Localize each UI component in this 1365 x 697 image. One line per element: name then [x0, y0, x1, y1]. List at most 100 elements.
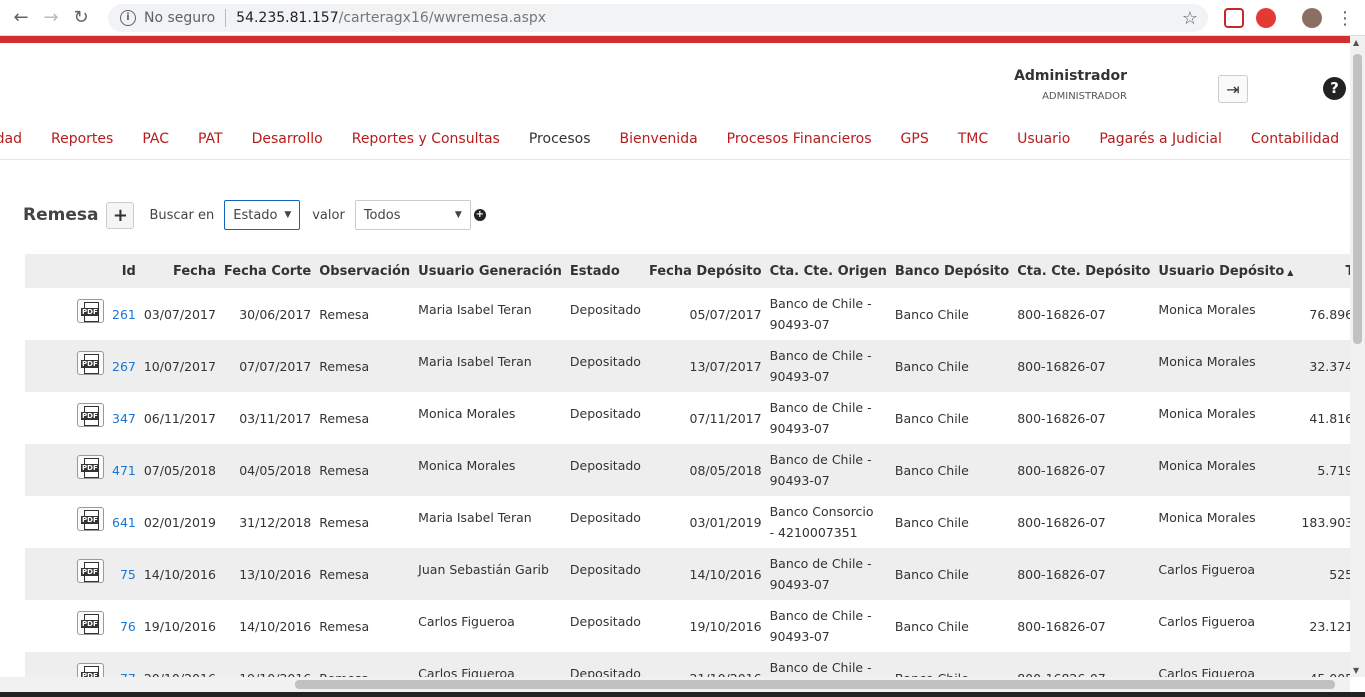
column-header[interactable]: Usuario Depósito ▲ [1154, 254, 1297, 288]
table-row: PDF 267 10/07/2017 07/07/2017 Remesa Maria Is… [25, 340, 1350, 392]
divider [225, 9, 227, 27]
scroll-down-icon[interactable]: ▼ [1353, 666, 1359, 675]
pdf-icon[interactable]: PDF [77, 351, 104, 375]
pdf-icon[interactable]: PDF [77, 455, 104, 479]
menu-item-usuario[interactable]: Usuario [1003, 131, 1085, 147]
horizontal-scrollbar[interactable] [0, 677, 1350, 692]
menu-item-ridad[interactable]: ridad [0, 131, 37, 147]
origen-line-1: Banco de Chile - [769, 556, 872, 571]
column-header[interactable]: Fecha [140, 254, 220, 288]
cell-id[interactable]: 641 [108, 496, 140, 548]
column-header[interactable]: Fecha Corte [220, 254, 315, 288]
cell-ugen: Monica Morales [418, 406, 516, 421]
profile-avatar[interactable] [1302, 8, 1322, 28]
origen-line-1: Banco de Chile - [769, 296, 872, 311]
menu-item-desarrollo[interactable]: Desarrollo [237, 131, 337, 147]
cell-id[interactable]: 347 [108, 392, 140, 444]
pdf-icon[interactable]: PDF [77, 559, 104, 583]
table-row: PDF 7720/10/201619/10/2016Remesa Carlos Fi… [25, 652, 1350, 677]
sort-ascending-icon[interactable]: ▲ [1287, 268, 1293, 277]
add-filter-icon[interactable]: + [473, 209, 486, 221]
reload-icon[interactable]: ↻ [66, 3, 96, 33]
cell-ctadep: 800-16826-07 [1017, 306, 1106, 322]
pdf-icon[interactable]: PDF [77, 611, 104, 635]
cell-origen: Banco de Chile -90493-07 [766, 652, 891, 677]
cell-banco: Banco Chile [894, 410, 969, 426]
cell-id[interactable]: 267 [108, 340, 140, 392]
cell-udep: Monica Morales [1158, 458, 1256, 473]
logout-icon[interactable]: ⇥ [1218, 75, 1248, 103]
brand-bar [0, 36, 1350, 43]
remesa-id-link[interactable]: 641 [112, 515, 136, 530]
cell-id[interactable]: 76 [108, 600, 140, 652]
pdf-icon[interactable]: PDF [77, 403, 104, 427]
menu-item-pagar-s-a-judicial[interactable]: Pagarés a Judicial [1085, 131, 1237, 147]
remesa-id-link[interactable]: 267 [112, 359, 136, 374]
scrollbar-thumb[interactable] [295, 680, 1335, 689]
column-header[interactable]: Id [108, 254, 140, 288]
menu-item-procesos-financieros[interactable]: Procesos Financieros [712, 131, 886, 147]
bookmark-star-icon[interactable]: ☆ [1182, 8, 1198, 29]
menu-item-pac[interactable]: PAC [128, 131, 184, 147]
column-header-label: Cta. Cte. Depósito [1017, 263, 1151, 279]
back-icon[interactable]: ← [6, 3, 36, 33]
column-header[interactable]: Total [1297, 254, 1350, 288]
add-button[interactable]: + [106, 201, 135, 229]
vertical-scrollbar[interactable]: ▲ ▼ [1350, 36, 1365, 677]
column-header-label: Fecha Depósito [648, 263, 762, 279]
cell-id[interactable]: 77 [108, 652, 140, 678]
pdf-icon[interactable]: PDF [77, 299, 104, 323]
cell-obs: Remesa [319, 306, 370, 322]
address-bar[interactable]: i No seguro 54.235.81.157/carteragx16/ww… [108, 4, 1208, 32]
remesa-id-link[interactable]: 471 [112, 463, 136, 478]
info-icon[interactable]: i [120, 10, 136, 26]
search-field-select[interactable]: Estado ▼ [224, 200, 301, 230]
search-label: Buscar en [149, 207, 215, 223]
remesa-id-link[interactable]: 261 [112, 307, 136, 322]
cell-id[interactable]: 75 [108, 548, 140, 600]
column-header[interactable]: Cta. Cte. Depósito [1013, 254, 1154, 288]
cell-udep: Monica Morales [1158, 354, 1256, 369]
pdf-icon-label: PDF [81, 516, 99, 524]
menu-dots-icon[interactable]: ⋮ [1330, 3, 1360, 33]
remesa-id-link[interactable]: 75 [120, 567, 136, 582]
help-icon[interactable]: ? [1323, 77, 1346, 100]
extension-icon[interactable] [1256, 8, 1276, 28]
remesa-id-link[interactable]: 347 [112, 411, 136, 426]
column-header[interactable]: Fecha Depósito [645, 254, 766, 288]
column-header[interactable]: Estado [566, 254, 645, 288]
menu-item-procesos[interactable]: Procesos [514, 131, 605, 147]
cell-id[interactable]: 261 [108, 288, 140, 340]
menu-item-reportes[interactable]: Reportes [37, 131, 128, 147]
user-role: ADMINISTRADOR [1042, 91, 1127, 102]
pdf-icon[interactable]: PDF [77, 663, 104, 677]
menu-item-contabilidad[interactable]: Contabilidad [1236, 131, 1350, 147]
column-header[interactable]: Usuario Generación [414, 254, 566, 288]
menu-item-pat[interactable]: PAT [183, 131, 237, 147]
scroll-up-icon[interactable]: ▲ [1353, 38, 1359, 47]
pdf-icon[interactable]: PDF [77, 507, 104, 531]
forward-icon[interactable]: → [36, 3, 66, 33]
column-header-label: Banco Depósito [894, 263, 1010, 279]
menu-item-tmc[interactable]: TMC [943, 131, 1002, 147]
column-header[interactable]: Observación [315, 254, 414, 288]
menu-item-gps[interactable]: GPS [886, 131, 943, 147]
security-label: No seguro [144, 10, 216, 26]
pdf-extension-icon[interactable] [1224, 8, 1244, 28]
remesa-id-link[interactable]: 76 [120, 619, 136, 634]
column-header[interactable]: Banco Depósito [891, 254, 1013, 288]
pdf-icon-label: PDF [81, 308, 99, 316]
menu-item-reportes-y-consultas[interactable]: Reportes y Consultas [337, 131, 514, 147]
table-row: PDF 471 07/05/2018 04/05/2018 Remesa Monica M… [25, 444, 1350, 496]
menu-item-bienvenida[interactable]: Bienvenida [605, 131, 712, 147]
cell-origen: Banco de Chile -90493-07 [766, 444, 891, 496]
cell-corte: 19/10/2016 [220, 652, 315, 678]
os-taskbar [0, 692, 1365, 697]
value-select[interactable]: Todos ▼ [354, 200, 471, 230]
remesa-table: Id Fecha Fecha Corte Observación Usuario Gen… [25, 254, 1350, 677]
origen-line-2: 90493-07 [769, 473, 830, 488]
cell-id[interactable]: 471 [108, 444, 140, 496]
column-header[interactable]: Cta. Cte. Origen [766, 254, 891, 288]
cell-origen: Banco de Chile -90493-07 [766, 600, 891, 652]
scrollbar-thumb[interactable] [1353, 54, 1362, 344]
